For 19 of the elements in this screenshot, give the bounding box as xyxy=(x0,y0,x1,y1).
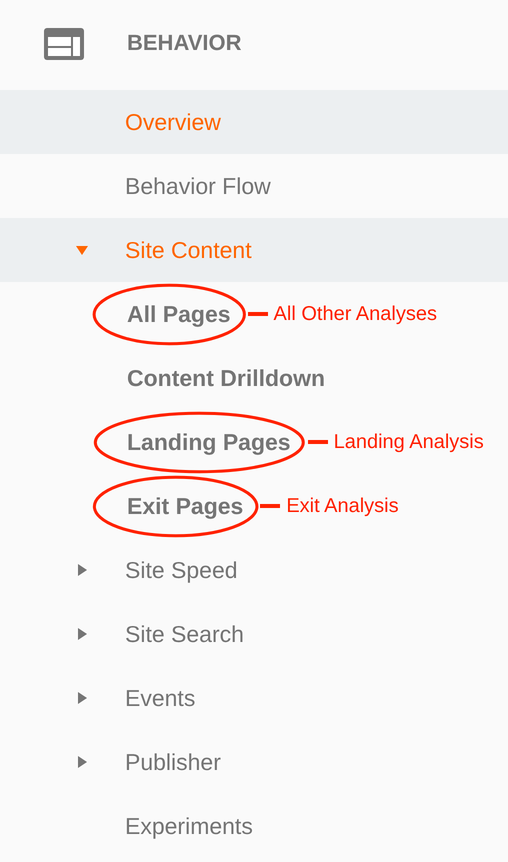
layout-icon xyxy=(44,28,84,60)
nav-item[interactable]: Site Content xyxy=(0,218,508,282)
nav-item[interactable]: Site Search xyxy=(0,602,508,666)
expand-arrow-icon[interactable] xyxy=(75,755,89,769)
expand-arrow-icon[interactable] xyxy=(75,243,89,257)
annotation-text: All Other Analyses xyxy=(274,302,437,326)
expand-arrow-icon[interactable] xyxy=(75,691,89,705)
nav-item[interactable]: Events xyxy=(0,666,508,730)
nav-item[interactable]: Behavior Flow xyxy=(0,154,508,218)
nav-item[interactable]: Site Speed xyxy=(0,538,508,602)
expand-arrow-icon[interactable] xyxy=(75,627,89,641)
annotation-text: Landing Analysis xyxy=(334,430,484,454)
nav-item[interactable]: Publisher xyxy=(0,730,508,794)
nav-item[interactable]: Overview xyxy=(0,90,508,154)
section-title: BEHAVIOR xyxy=(127,30,242,56)
annotation-text: Exit Analysis xyxy=(286,494,399,518)
nav-item[interactable]: Experiments xyxy=(0,794,508,858)
expand-arrow-icon[interactable] xyxy=(75,563,89,577)
nav-subitem[interactable]: Content Drilldown xyxy=(127,364,326,390)
